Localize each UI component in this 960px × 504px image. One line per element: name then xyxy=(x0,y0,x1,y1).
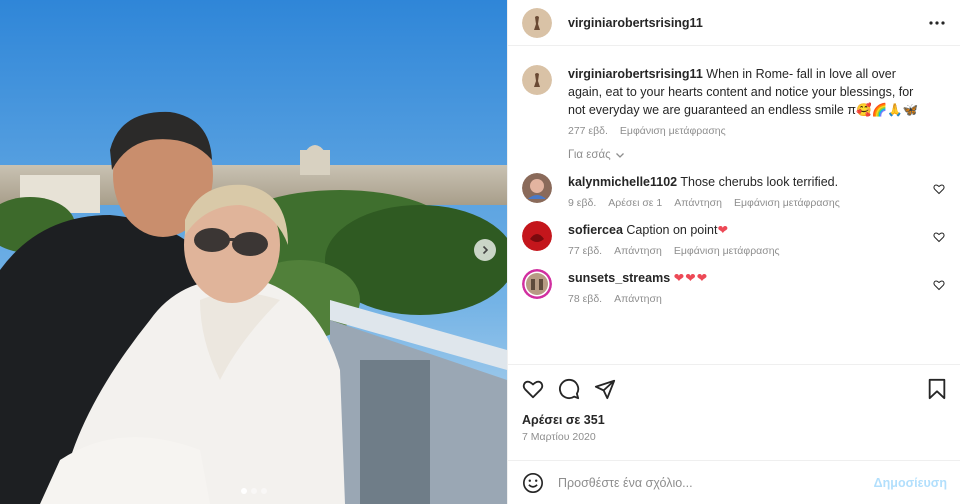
comment: sunsets_streams ❤❤❤ 78 εβδ. Απάντηση xyxy=(522,269,947,305)
comment-body: sunsets_streams ❤❤❤ 78 εβδ. Απάντηση xyxy=(568,269,947,305)
chevron-down-icon xyxy=(615,153,624,158)
avatar[interactable] xyxy=(522,65,552,95)
emoji-icon[interactable] xyxy=(522,472,544,494)
carousel-dot xyxy=(250,488,257,494)
likes-count[interactable]: Αρέσει σε 351 xyxy=(522,413,947,427)
add-comment-input[interactable] xyxy=(558,475,874,490)
red-heart-emoji: ❤ xyxy=(717,223,729,237)
header-username[interactable]: virginiarobertsrising11 xyxy=(568,16,703,30)
post-date[interactable]: 7 Μαρτίου 2020 xyxy=(522,431,947,443)
action-bar xyxy=(522,377,947,401)
comment-username[interactable]: sunsets_streams xyxy=(568,271,670,285)
comment-time[interactable]: 78 εβδ. xyxy=(568,293,602,305)
for-you-label: Για εσάς xyxy=(568,149,611,161)
comment-meta: 9 εβδ. Αρέσει σε 1 Απάντηση Εμφάνιση μετ… xyxy=(568,197,923,209)
heart-icon[interactable] xyxy=(933,279,945,291)
comment-text: sofiercea Caption on point❤ xyxy=(568,221,923,239)
profile-picture xyxy=(522,221,552,251)
post-viewer: virginiarobertsrising11 virginiarobertsr… xyxy=(0,0,960,504)
for-you-filter[interactable]: Για εσάς xyxy=(568,149,947,161)
more-horizontal-icon xyxy=(929,21,945,25)
profile-picture xyxy=(522,7,552,38)
see-translation-link[interactable]: Εμφάνιση μετάφρασης xyxy=(674,245,780,257)
post-side-panel: virginiarobertsrising11 virginiarobertsr… xyxy=(507,0,960,504)
comment-likes-link[interactable]: Αρέσει σε 1 xyxy=(608,197,662,209)
heart-icon[interactable] xyxy=(933,231,945,243)
see-translation-link[interactable]: Εμφάνιση μετάφρασης xyxy=(734,197,840,209)
carousel-dot xyxy=(260,488,267,494)
comment-text: sunsets_streams ❤❤❤ xyxy=(568,269,923,287)
comment-username[interactable]: kalynmichelle1102 xyxy=(568,175,677,189)
see-translation-link[interactable]: Εμφάνιση μετάφρασης xyxy=(620,125,726,137)
comment: sofiercea Caption on point❤ 77 εβδ. Απάν… xyxy=(522,221,947,257)
caption-meta: 277 εβδ. Εμφάνιση μετάφρασης xyxy=(568,125,923,137)
profile-picture xyxy=(522,269,552,299)
avatar[interactable] xyxy=(522,221,552,251)
post-header: virginiarobertsrising11 xyxy=(508,0,960,46)
comment-username[interactable]: sofiercea xyxy=(568,223,623,237)
bookmark-icon[interactable] xyxy=(927,378,947,400)
carousel-dots xyxy=(0,488,507,494)
share-icon[interactable] xyxy=(594,378,616,400)
comment-time[interactable]: 9 εβδ. xyxy=(568,197,596,209)
comment-body: sofiercea Caption on point❤ 77 εβδ. Απάν… xyxy=(568,221,947,257)
caption-time[interactable]: 277 εβδ. xyxy=(568,125,608,137)
red-hearts-emoji: ❤❤❤ xyxy=(673,271,709,285)
comment-meta: 77 εβδ. Απάντηση Εμφάνιση μετάφρασης xyxy=(568,245,923,257)
comment-icon[interactable] xyxy=(558,378,580,400)
caption-username[interactable]: virginiarobertsrising11 xyxy=(568,67,703,81)
caption-text: virginiarobertsrising11 When in Rome- fa… xyxy=(568,65,923,119)
post-photo[interactable] xyxy=(0,0,507,504)
more-options-button[interactable] xyxy=(927,13,947,33)
carousel-dot xyxy=(240,488,247,494)
comments-list[interactable]: virginiarobertsrising11 When in Rome- fa… xyxy=(508,47,960,363)
photo-image xyxy=(0,0,507,504)
reply-link[interactable]: Απάντηση xyxy=(614,293,662,305)
reply-link[interactable]: Απάντηση xyxy=(614,245,662,257)
comment-text: kalynmichelle1102 Those cherubs look ter… xyxy=(568,173,923,191)
chevron-right-icon xyxy=(482,245,489,255)
comment-content: Those cherubs look terrified. xyxy=(680,175,839,189)
add-comment-bar: Δημοσίευση xyxy=(508,460,960,504)
carousel-next-button[interactable] xyxy=(474,239,496,261)
comment-time[interactable]: 77 εβδ. xyxy=(568,245,602,257)
heart-icon[interactable] xyxy=(933,183,945,195)
comment-content: Caption on point xyxy=(626,223,718,237)
comment-meta: 78 εβδ. Απάντηση xyxy=(568,293,923,305)
reply-link[interactable]: Απάντηση xyxy=(674,197,722,209)
comment: kalynmichelle1102 Those cherubs look ter… xyxy=(522,173,947,209)
avatar[interactable] xyxy=(522,173,552,203)
caption: virginiarobertsrising11 When in Rome- fa… xyxy=(522,65,947,137)
profile-picture xyxy=(522,173,552,203)
heart-icon[interactable] xyxy=(522,378,544,400)
caption-body: virginiarobertsrising11 When in Rome- fa… xyxy=(568,65,947,137)
post-comment-button[interactable]: Δημοσίευση xyxy=(874,476,947,490)
profile-picture xyxy=(522,65,552,95)
avatar[interactable] xyxy=(522,269,552,299)
post-actions: Αρέσει σε 351 7 Μαρτίου 2020 xyxy=(508,364,960,459)
comment-body: kalynmichelle1102 Those cherubs look ter… xyxy=(568,173,947,209)
avatar[interactable] xyxy=(522,7,552,38)
